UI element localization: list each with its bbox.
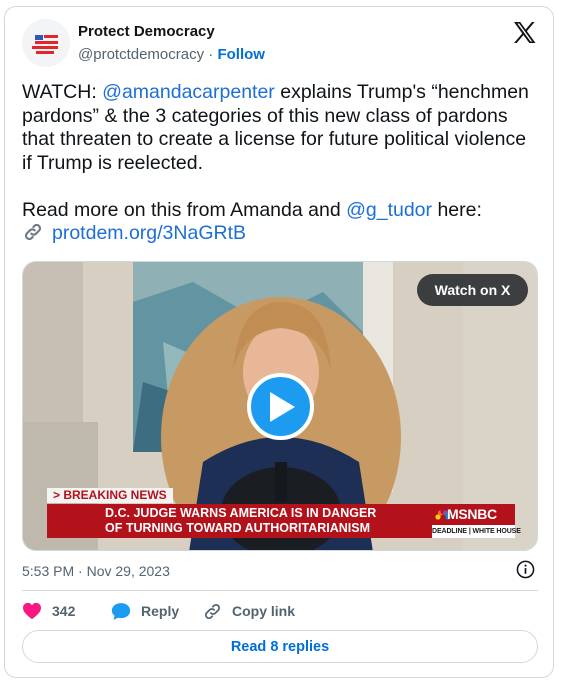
link-icon xyxy=(24,223,42,241)
reply-button[interactable]: Reply xyxy=(111,600,179,622)
copy-link-label: Copy link xyxy=(232,603,296,619)
copy-link-button[interactable]: Copy link xyxy=(203,600,295,622)
network-name: MSNBC xyxy=(447,506,497,522)
link-icon xyxy=(205,603,220,619)
breaking-news-label: > BREAKING NEWS xyxy=(47,488,173,503)
tweet-text-segment: here: xyxy=(432,198,482,221)
watch-on-x-button[interactable]: Watch on X xyxy=(417,274,528,306)
video-player[interactable]: Watch on X > BREAKING NEWS D.C. JUDGE WA… xyxy=(22,261,538,551)
news-headline: D.C. JUDGE WARNS AMERICA IS IN DANGER OF… xyxy=(47,504,432,538)
like-count: 342 xyxy=(52,603,76,619)
like-button[interactable]: 342 xyxy=(22,600,75,622)
tweet-link[interactable]: protdem.org/3NaGRtB xyxy=(52,222,246,244)
tweet-line-4: if Trump is reelected. xyxy=(22,151,203,174)
author-handle[interactable]: @protctdemocracy xyxy=(78,46,204,63)
headline-line-2: OF TURNING TOWARD AUTHORITARIANISM xyxy=(105,521,371,535)
avatar[interactable] xyxy=(22,19,70,67)
tweet-timestamp[interactable]: 5:53 PM · Nov 29, 2023 xyxy=(22,563,170,579)
info-icon[interactable] xyxy=(516,560,535,579)
tweet-text-segment: WATCH: xyxy=(22,81,103,103)
reply-label: Reply xyxy=(141,603,180,619)
tweet-line-3: that threaten to create a license for fu… xyxy=(22,128,527,150)
tweet-line-5: Read more on this from Amanda and @g_tud… xyxy=(22,199,542,223)
author-name[interactable]: Protect Democracy xyxy=(78,23,215,40)
heart-icon xyxy=(23,602,41,620)
tweet-line-6: protdem.org/3NaGRtB xyxy=(22,222,542,246)
play-icon xyxy=(269,391,295,422)
mention-amandacarpenter[interactable]: @amandacarpenter xyxy=(102,81,275,103)
follow-button[interactable]: Follow xyxy=(217,46,265,63)
tweet-text-segment: Read more on this from Amanda and xyxy=(22,198,347,221)
divider xyxy=(22,590,538,591)
tweet-card: Protect Democracy @protctdemocracy · Fol… xyxy=(4,6,554,678)
tweet-line-1: WATCH: @amandacarpenter explains Trump's… xyxy=(22,81,542,105)
show-name: DEADLINE | WHITE HOUSE xyxy=(432,525,521,538)
play-button[interactable] xyxy=(247,373,314,440)
read-replies-button[interactable]: Read 8 replies xyxy=(22,630,538,663)
x-logo-icon[interactable] xyxy=(513,22,536,43)
tweet-text: WATCH: @amandacarpenter explains Trump's… xyxy=(22,81,542,246)
tweet-line-2: pardons” & the 3 categories of this new … xyxy=(22,104,508,127)
author-meta: @protctdemocracy · Follow xyxy=(78,46,265,63)
us-flag-logo-icon xyxy=(22,19,70,67)
tweet-text-segment: explains Trump's “henchmen xyxy=(274,81,529,103)
meta-separator: · xyxy=(208,46,214,63)
reply-bubble-icon xyxy=(111,602,131,620)
mention-g-tudor[interactable]: @g_tudor xyxy=(346,199,432,221)
headline-line-1: D.C. JUDGE WARNS AMERICA IS IN DANGER xyxy=(105,506,377,520)
